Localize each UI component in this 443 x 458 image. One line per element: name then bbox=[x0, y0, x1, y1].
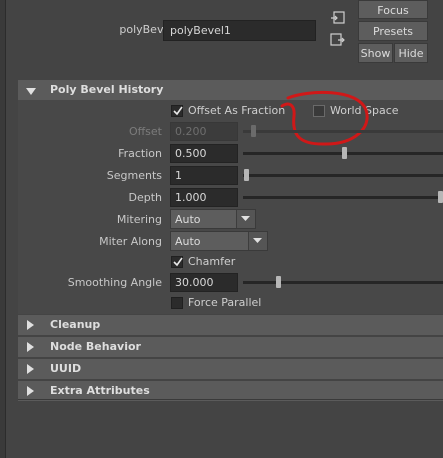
offset-field: 0.200 bbox=[170, 122, 238, 141]
offset-slider-track bbox=[243, 130, 443, 133]
offset-slider-thumb bbox=[251, 125, 256, 137]
presets-button[interactable]: Presets bbox=[358, 21, 428, 41]
section-uuid[interactable]: UUID bbox=[18, 359, 443, 379]
chamfer-label: Chamfer bbox=[188, 255, 236, 268]
section-cleanup[interactable]: Cleanup bbox=[18, 315, 443, 335]
offset-label: Offset bbox=[128, 125, 162, 138]
select-node-icon[interactable] bbox=[330, 11, 345, 25]
chevron-down-icon bbox=[248, 232, 267, 250]
miter-along-label: Miter Along bbox=[99, 235, 162, 248]
section-title: Poly Bevel History bbox=[50, 83, 164, 96]
smoothing-angle-slider-track[interactable] bbox=[243, 281, 443, 284]
mitering-value: Auto bbox=[175, 213, 201, 226]
fraction-label: Fraction bbox=[118, 147, 162, 160]
focus-button[interactable]: Focus bbox=[358, 0, 428, 19]
smoothing-angle-field[interactable]: 30.000 bbox=[170, 273, 238, 292]
depth-label: Depth bbox=[128, 191, 162, 204]
show-button[interactable]: Show bbox=[358, 43, 393, 63]
chamfer-checkbox[interactable] bbox=[171, 256, 183, 268]
smoothing-angle-slider-thumb[interactable] bbox=[276, 276, 281, 288]
depth-slider-track[interactable] bbox=[243, 196, 443, 199]
mitering-label: Mitering bbox=[116, 213, 162, 226]
miter-along-dropdown[interactable]: Auto bbox=[170, 231, 268, 251]
force-parallel-label: Force Parallel bbox=[188, 296, 262, 309]
chevron-down-icon bbox=[26, 86, 36, 99]
section-title: Node Behavior bbox=[50, 340, 141, 353]
depth-slider-thumb[interactable] bbox=[438, 191, 443, 203]
section-extra-attributes[interactable]: Extra Attributes bbox=[18, 381, 443, 401]
segments-slider-track[interactable] bbox=[243, 174, 443, 177]
fraction-field[interactable]: 0.500 bbox=[170, 144, 238, 163]
chevron-right-icon bbox=[27, 364, 34, 377]
section-title: Extra Attributes bbox=[50, 384, 150, 397]
chevron-down-icon bbox=[236, 210, 255, 228]
section-node-behavior[interactable]: Node Behavior bbox=[18, 337, 443, 357]
section-title: UUID bbox=[50, 362, 82, 375]
fraction-slider-thumb[interactable] bbox=[342, 147, 347, 159]
offset-as-fraction-checkbox[interactable] bbox=[171, 105, 183, 117]
force-parallel-checkbox[interactable] bbox=[171, 297, 183, 309]
node-name-field[interactable]: polyBevel1 bbox=[163, 20, 316, 41]
segments-field[interactable]: 1 bbox=[170, 166, 238, 185]
divider bbox=[18, 399, 443, 400]
depth-field[interactable]: 1.000 bbox=[170, 188, 238, 207]
copy-tab-icon[interactable] bbox=[330, 33, 345, 47]
segments-label: Segments bbox=[106, 169, 162, 182]
segments-slider-thumb[interactable] bbox=[244, 169, 249, 181]
chevron-right-icon bbox=[27, 320, 34, 333]
smoothing-angle-label: Smoothing Angle bbox=[67, 276, 162, 289]
red-annotation-circle-icon bbox=[280, 90, 369, 146]
mitering-dropdown[interactable]: Auto bbox=[170, 209, 256, 229]
chevron-right-icon bbox=[27, 342, 34, 355]
section-title: Cleanup bbox=[50, 318, 101, 331]
miter-along-value: Auto bbox=[175, 235, 201, 248]
hide-button[interactable]: Hide bbox=[394, 43, 428, 63]
chevron-right-icon bbox=[27, 386, 34, 399]
